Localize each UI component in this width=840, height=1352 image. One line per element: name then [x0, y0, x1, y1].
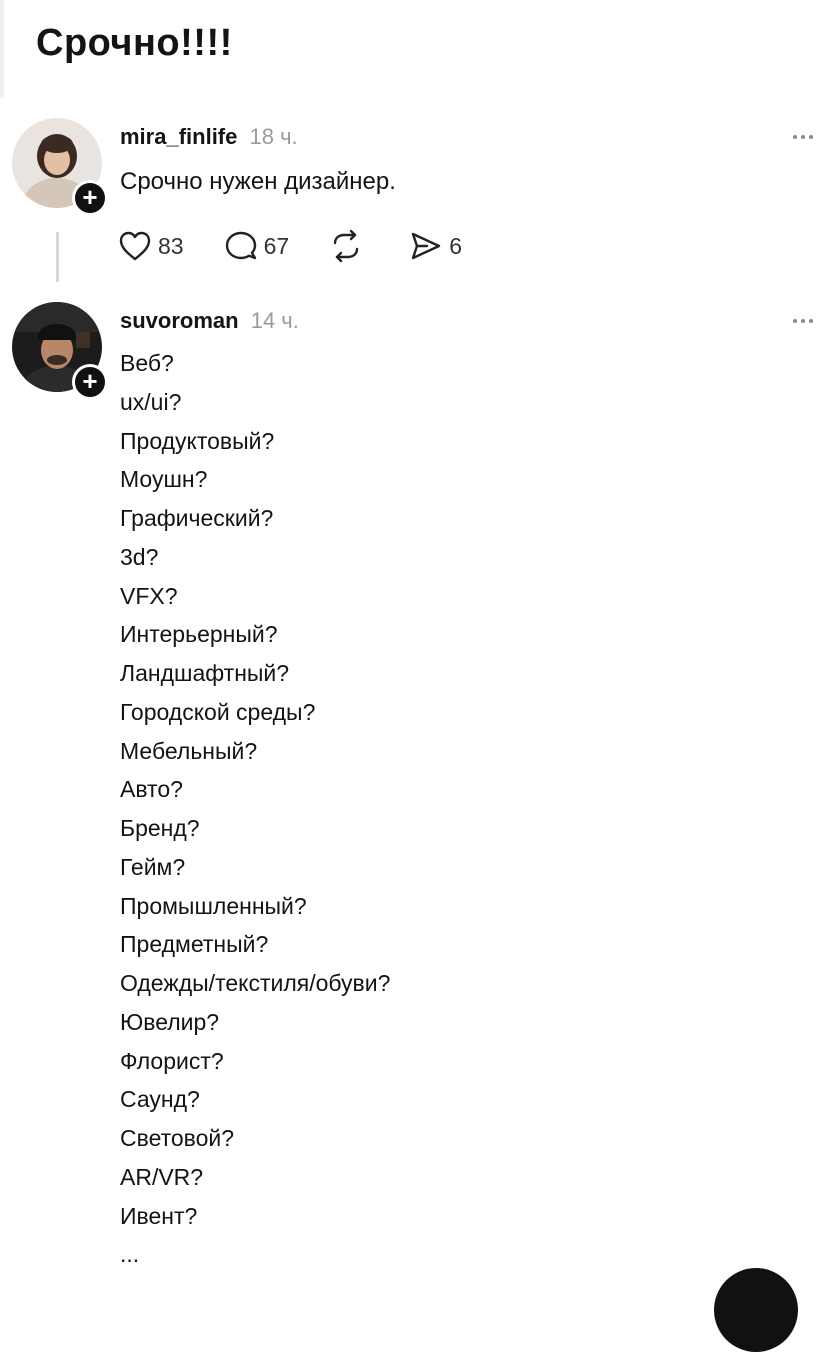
post-1-avatar-wrap[interactable]: + — [12, 118, 108, 216]
post-text-line: VFX? — [120, 582, 178, 609]
post-text-line: Флорист? — [120, 1047, 224, 1074]
post-text-line: Городской среды? — [120, 698, 316, 725]
post-text-line: Одежды/текстиля/обуви? — [120, 970, 391, 996]
share-count: 6 — [449, 232, 462, 259]
send-icon — [411, 232, 441, 260]
post-text-line: Ювелир? — [120, 1008, 220, 1035]
post-text-line: Ландшафтный? — [120, 660, 290, 686]
post-text: Срочно нужен дизайнер. — [120, 168, 396, 195]
post-2-avatar-wrap[interactable]: + — [12, 302, 108, 400]
share-button[interactable]: 6 — [409, 230, 462, 262]
timestamp: 18 ч. — [249, 124, 298, 149]
more-icon[interactable] — [788, 130, 818, 144]
post-1-meta: mira_finlife 18 ч. — [120, 124, 298, 150]
follow-plus-icon[interactable]: + — [72, 364, 108, 400]
repost-icon — [333, 229, 359, 263]
post-text-line: Веб? — [120, 350, 174, 376]
post-1-actions: 83 67 6 — [118, 228, 502, 264]
post-text-line: Саунд? — [120, 1086, 200, 1113]
post-text-line: Авто? — [120, 776, 183, 803]
post-text-line: Продуктовый? — [120, 427, 275, 454]
repost-button[interactable] — [329, 229, 369, 263]
post-text-line: AR/VR? — [120, 1163, 204, 1190]
thread-line — [56, 232, 59, 282]
page-title: Срочно!!!! — [36, 22, 233, 64]
post-text-line: Гейм? — [120, 853, 186, 880]
post-text-line: Графический? — [120, 505, 274, 531]
post-2-text-lines: Веб? ux/ui? Продуктовый? Моушн? Графический?… — [120, 344, 390, 1274]
post-text-line: Интерьерный? — [120, 621, 278, 648]
comment-count: 67 — [263, 232, 290, 259]
post-text-line: ... — [120, 1241, 140, 1268]
post-2-meta: suvoroman 14 ч. — [120, 308, 299, 334]
compose-button[interactable] — [714, 1268, 798, 1352]
post-text-line: 3d? — [120, 543, 159, 570]
heart-icon — [119, 231, 151, 261]
username[interactable]: suvoroman — [120, 308, 239, 333]
username[interactable]: mira_finlife — [120, 124, 237, 149]
comment-button[interactable]: 67 — [224, 229, 290, 263]
timestamp: 14 ч. — [250, 308, 299, 333]
post-text-line: Предметный? — [120, 931, 269, 958]
like-button[interactable]: 83 — [118, 230, 184, 262]
comment-icon — [225, 231, 256, 260]
post-text-line: Моушн? — [120, 466, 208, 493]
post-text-line: Мебельный? — [120, 737, 258, 764]
post-text-line: Световой? — [120, 1125, 235, 1151]
post-text-line: ux/ui? — [120, 388, 182, 415]
left-edge — [0, 0, 4, 98]
follow-plus-icon[interactable]: + — [72, 180, 108, 216]
post-text-line: Бренд? — [120, 815, 200, 841]
like-count: 83 — [158, 232, 184, 259]
more-icon[interactable] — [788, 314, 818, 328]
post-text-line: Ивент? — [120, 1202, 198, 1229]
post-text-line: Промышленный? — [120, 892, 307, 919]
